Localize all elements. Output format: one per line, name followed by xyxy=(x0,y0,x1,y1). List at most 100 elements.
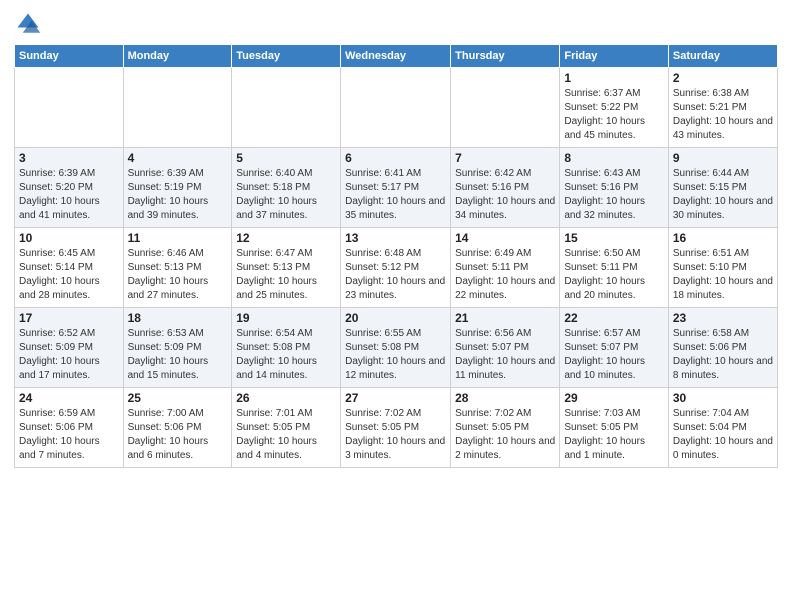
day-cell: 18 Sunrise: 6:53 AMSunset: 5:09 PMDayligh… xyxy=(123,308,232,388)
day-number: 28 xyxy=(455,391,555,405)
header xyxy=(14,10,778,38)
day-cell: 6 Sunrise: 6:41 AMSunset: 5:17 PMDaylight… xyxy=(341,148,451,228)
day-number: 30 xyxy=(673,391,773,405)
day-cell: 13 Sunrise: 6:48 AMSunset: 5:12 PMDayligh… xyxy=(341,228,451,308)
day-number: 2 xyxy=(673,71,773,85)
day-cell: 16 Sunrise: 6:51 AMSunset: 5:10 PMDayligh… xyxy=(668,228,777,308)
weekday-header-sunday: Sunday xyxy=(15,45,124,68)
week-row-3: 10Sunrise: 6:45 AMSunset: 5:14 PMDayligh… xyxy=(15,228,778,308)
day-info: Sunrise: 6:50 AMSunset: 5:11 PMDaylight:… xyxy=(564,247,664,303)
week-row-4: 17 Sunrise: 6:52 AMSunset: 5:09 PMDayligh… xyxy=(15,308,778,388)
day-info: Sunrise: 6:57 AMSunset: 5:07 PMDaylight:… xyxy=(564,327,664,383)
day-number: 21 xyxy=(455,311,555,325)
day-cell xyxy=(451,68,560,148)
day-info: Sunrise: 6:42 AMSunset: 5:16 PMDaylight:… xyxy=(455,167,555,223)
day-info: Sunrise: 6:52 AMSunset: 5:09 PMDaylight:… xyxy=(19,327,119,383)
week-row-2: 3Sunrise: 6:39 AMSunset: 5:20 PMDaylight… xyxy=(15,148,778,228)
day-number: 12 xyxy=(236,231,336,245)
day-number: 11 xyxy=(128,231,228,245)
day-info: Sunrise: 6:59 AMSunset: 5:06 PMDaylight:… xyxy=(19,407,119,463)
day-info: Sunrise: 6:47 AMSunset: 5:13 PMDaylight:… xyxy=(236,247,336,303)
day-number: 22 xyxy=(564,311,664,325)
day-cell: 29Sunrise: 7:03 AMSunset: 5:05 PMDayligh… xyxy=(560,388,669,468)
day-info: Sunrise: 7:03 AMSunset: 5:05 PMDaylight:… xyxy=(564,407,664,463)
day-cell: 21 Sunrise: 6:56 AMSunset: 5:07 PMDayligh… xyxy=(451,308,560,388)
week-row-1: 1 Sunrise: 6:37 AMSunset: 5:22 PMDaylight… xyxy=(15,68,778,148)
day-cell: 27 Sunrise: 7:02 AMSunset: 5:05 PMDayligh… xyxy=(341,388,451,468)
day-number: 16 xyxy=(673,231,773,245)
day-cell: 9 Sunrise: 6:44 AMSunset: 5:15 PMDaylight… xyxy=(668,148,777,228)
day-number: 4 xyxy=(128,151,228,165)
day-cell: 28 Sunrise: 7:02 AMSunset: 5:05 PMDayligh… xyxy=(451,388,560,468)
day-info: Sunrise: 6:41 AMSunset: 5:17 PMDaylight:… xyxy=(345,167,446,223)
day-cell: 1 Sunrise: 6:37 AMSunset: 5:22 PMDaylight… xyxy=(560,68,669,148)
day-cell: 12 Sunrise: 6:47 AMSunset: 5:13 PMDayligh… xyxy=(232,228,341,308)
day-info: Sunrise: 6:58 AMSunset: 5:06 PMDaylight:… xyxy=(673,327,773,383)
day-cell: 23Sunrise: 6:58 AMSunset: 5:06 PMDayligh… xyxy=(668,308,777,388)
day-info: Sunrise: 6:43 AMSunset: 5:16 PMDaylight:… xyxy=(564,167,664,223)
day-info: Sunrise: 7:00 AMSunset: 5:06 PMDaylight:… xyxy=(128,407,228,463)
day-info: Sunrise: 6:56 AMSunset: 5:07 PMDaylight:… xyxy=(455,327,555,383)
day-info: Sunrise: 6:37 AMSunset: 5:22 PMDaylight:… xyxy=(564,87,664,143)
day-number: 18 xyxy=(128,311,228,325)
day-number: 17 xyxy=(19,311,119,325)
weekday-header-monday: Monday xyxy=(123,45,232,68)
day-info: Sunrise: 7:02 AMSunset: 5:05 PMDaylight:… xyxy=(345,407,446,463)
weekday-header-tuesday: Tuesday xyxy=(232,45,341,68)
day-info: Sunrise: 6:53 AMSunset: 5:09 PMDaylight:… xyxy=(128,327,228,383)
day-cell: 24 Sunrise: 6:59 AMSunset: 5:06 PMDayligh… xyxy=(15,388,124,468)
day-cell: 8 Sunrise: 6:43 AMSunset: 5:16 PMDaylight… xyxy=(560,148,669,228)
day-number: 15 xyxy=(564,231,664,245)
day-cell xyxy=(341,68,451,148)
day-info: Sunrise: 7:01 AMSunset: 5:05 PMDaylight:… xyxy=(236,407,336,463)
day-cell: 7 Sunrise: 6:42 AMSunset: 5:16 PMDaylight… xyxy=(451,148,560,228)
day-number: 1 xyxy=(564,71,664,85)
day-info: Sunrise: 6:55 AMSunset: 5:08 PMDaylight:… xyxy=(345,327,446,383)
day-number: 5 xyxy=(236,151,336,165)
day-number: 25 xyxy=(128,391,228,405)
weekday-header-friday: Friday xyxy=(560,45,669,68)
day-cell: 25 Sunrise: 7:00 AMSunset: 5:06 PMDayligh… xyxy=(123,388,232,468)
day-number: 19 xyxy=(236,311,336,325)
day-number: 9 xyxy=(673,151,773,165)
day-cell: 22 Sunrise: 6:57 AMSunset: 5:07 PMDayligh… xyxy=(560,308,669,388)
weekday-header-wednesday: Wednesday xyxy=(341,45,451,68)
day-cell: 19Sunrise: 6:54 AMSunset: 5:08 PMDayligh… xyxy=(232,308,341,388)
day-number: 13 xyxy=(345,231,446,245)
weekday-header-saturday: Saturday xyxy=(668,45,777,68)
weekday-header-row: SundayMondayTuesdayWednesdayThursdayFrid… xyxy=(15,45,778,68)
day-number: 7 xyxy=(455,151,555,165)
day-cell: 26Sunrise: 7:01 AMSunset: 5:05 PMDayligh… xyxy=(232,388,341,468)
day-info: Sunrise: 6:44 AMSunset: 5:15 PMDaylight:… xyxy=(673,167,773,223)
weekday-header-thursday: Thursday xyxy=(451,45,560,68)
day-cell: 11 Sunrise: 6:46 AMSunset: 5:13 PMDayligh… xyxy=(123,228,232,308)
day-cell xyxy=(232,68,341,148)
calendar-table: SundayMondayTuesdayWednesdayThursdayFrid… xyxy=(14,44,778,468)
day-number: 10 xyxy=(19,231,119,245)
day-cell: 3Sunrise: 6:39 AMSunset: 5:20 PMDaylight… xyxy=(15,148,124,228)
day-cell: 2Sunrise: 6:38 AMSunset: 5:21 PMDaylight… xyxy=(668,68,777,148)
day-info: Sunrise: 6:49 AMSunset: 5:11 PMDaylight:… xyxy=(455,247,555,303)
day-cell: 20 Sunrise: 6:55 AMSunset: 5:08 PMDayligh… xyxy=(341,308,451,388)
day-number: 8 xyxy=(564,151,664,165)
day-cell xyxy=(123,68,232,148)
day-info: Sunrise: 6:48 AMSunset: 5:12 PMDaylight:… xyxy=(345,247,446,303)
day-info: Sunrise: 7:04 AMSunset: 5:04 PMDaylight:… xyxy=(673,407,773,463)
day-number: 27 xyxy=(345,391,446,405)
day-info: Sunrise: 6:51 AMSunset: 5:10 PMDaylight:… xyxy=(673,247,773,303)
day-cell: 14 Sunrise: 6:49 AMSunset: 5:11 PMDayligh… xyxy=(451,228,560,308)
day-number: 6 xyxy=(345,151,446,165)
day-cell: 17 Sunrise: 6:52 AMSunset: 5:09 PMDayligh… xyxy=(15,308,124,388)
day-number: 24 xyxy=(19,391,119,405)
day-number: 14 xyxy=(455,231,555,245)
day-info: Sunrise: 6:46 AMSunset: 5:13 PMDaylight:… xyxy=(128,247,228,303)
day-cell: 4 Sunrise: 6:39 AMSunset: 5:19 PMDaylight… xyxy=(123,148,232,228)
logo-icon xyxy=(14,10,42,38)
day-number: 3 xyxy=(19,151,119,165)
day-number: 20 xyxy=(345,311,446,325)
day-cell: 15 Sunrise: 6:50 AMSunset: 5:11 PMDayligh… xyxy=(560,228,669,308)
day-cell: 30 Sunrise: 7:04 AMSunset: 5:04 PMDayligh… xyxy=(668,388,777,468)
day-info: Sunrise: 6:39 AMSunset: 5:19 PMDaylight:… xyxy=(128,167,228,223)
day-info: Sunrise: 6:40 AMSunset: 5:18 PMDaylight:… xyxy=(236,167,336,223)
day-info: Sunrise: 7:02 AMSunset: 5:05 PMDaylight:… xyxy=(455,407,555,463)
